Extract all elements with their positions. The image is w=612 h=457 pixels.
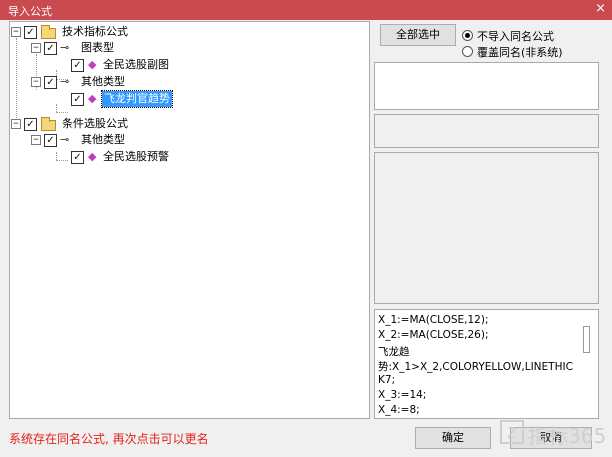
- status-message: 系统存在同名公式, 再次点击可以更名: [9, 432, 209, 446]
- checkbox[interactable]: ✓: [24, 118, 37, 131]
- ok-button[interactable]: 确定: [415, 427, 491, 449]
- key-icon: ⊸: [60, 75, 70, 88]
- code-line: 势:X_1>X_2,COLORYELLOW,LINETHIC: [378, 361, 573, 373]
- folder-icon: [41, 25, 56, 39]
- collapse-icon[interactable]: −: [11, 119, 21, 129]
- tree-connector: [56, 112, 68, 113]
- node-label: 图表型: [81, 41, 114, 54]
- formula-icon: ◆: [88, 150, 97, 163]
- node-label: 飞龙判官趋势: [101, 90, 173, 108]
- tree-node-formula-2[interactable]: ✓ ◆ 全民选股预警: [10, 149, 310, 165]
- node-label: 全民选股副图: [103, 58, 169, 71]
- checkbox[interactable]: ✓: [71, 59, 84, 72]
- radio-no-import[interactable]: [462, 30, 473, 41]
- code-line: X_4:=8;: [378, 404, 420, 416]
- node-label: 技术指标公式: [62, 25, 128, 38]
- folder-icon: [41, 117, 56, 131]
- tree-node-chart-type[interactable]: − ✓ ⊸ 图表型: [10, 40, 310, 56]
- checkbox[interactable]: ✓: [71, 93, 84, 106]
- title-bar: 导入公式 ×: [0, 0, 612, 20]
- formula-icon: ◆: [88, 58, 97, 71]
- node-label: 其他类型: [81, 75, 125, 88]
- collapse-icon[interactable]: −: [31, 135, 41, 145]
- code-line: 飞龙趋: [378, 346, 410, 358]
- collapse-icon[interactable]: −: [31, 43, 41, 53]
- description-panel: [374, 152, 599, 304]
- key-icon: ⊸: [60, 41, 70, 54]
- separator-panel: [374, 114, 599, 148]
- radio-overwrite[interactable]: [462, 46, 473, 57]
- watermark-text: 指标365: [528, 424, 607, 448]
- code-line: K7;: [378, 374, 396, 386]
- tree-node-formula[interactable]: ✓ ◆ 全民选股副图: [10, 57, 310, 73]
- key-icon: ⊸: [60, 133, 70, 146]
- info-panel: [374, 62, 599, 110]
- formula-code-preview[interactable]: X_1:=MA(CLOSE,12); X_2:=MA(CLOSE,26); 飞龙…: [374, 309, 599, 419]
- radio-overwrite-label[interactable]: 覆盖同名(非系统): [477, 44, 563, 60]
- checkbox[interactable]: ✓: [44, 42, 57, 55]
- formula-icon: ◆: [88, 92, 97, 105]
- tree-node-technical-indicators[interactable]: − ✓ 技术指标公式: [10, 24, 310, 40]
- code-line: X_1:=MA(CLOSE,12);: [378, 314, 489, 326]
- dialog-title: 导入公式: [8, 5, 52, 18]
- scrollbar-thumb[interactable]: [583, 326, 590, 353]
- node-label: 条件选股公式: [62, 117, 128, 130]
- checkbox[interactable]: ✓: [71, 151, 84, 164]
- tree-node-formula-selected[interactable]: ✓ ◆ 飞龙判官趋势: [10, 90, 310, 108]
- collapse-icon[interactable]: −: [31, 77, 41, 87]
- radio-no-import-label[interactable]: 不导入同名公式: [477, 28, 554, 44]
- select-all-button[interactable]: 全部选中: [380, 24, 456, 46]
- watermark-logo-icon: Z: [500, 420, 524, 444]
- close-icon[interactable]: ×: [595, 1, 606, 16]
- import-formula-dialog: 导入公式 × − ✓ 技术指标公式 − ✓ ⊸ 图表型 ✓ ◆ 全民选股副图 −…: [0, 0, 612, 457]
- node-label: 全民选股预警: [103, 150, 169, 163]
- checkbox[interactable]: ✓: [24, 26, 37, 39]
- tree-node-screening-formulas[interactable]: − ✓ 条件选股公式: [10, 116, 310, 132]
- node-label: 其他类型: [81, 133, 125, 146]
- tree-node-other-type[interactable]: − ✓ ⊸ 其他类型: [10, 74, 310, 90]
- watermark: Z 指标365: [500, 416, 610, 454]
- tree-node-other-type-2[interactable]: − ✓ ⊸ 其他类型: [10, 132, 310, 148]
- checkbox[interactable]: ✓: [44, 76, 57, 89]
- formula-tree[interactable]: − ✓ 技术指标公式 − ✓ ⊸ 图表型 ✓ ◆ 全民选股副图 − ✓ ⊸ 其他…: [9, 21, 370, 419]
- collapse-icon[interactable]: −: [11, 27, 21, 37]
- code-line: X_2:=MA(CLOSE,26);: [378, 329, 489, 341]
- checkbox[interactable]: ✓: [44, 134, 57, 147]
- code-line: X_3:=14;: [378, 389, 427, 401]
